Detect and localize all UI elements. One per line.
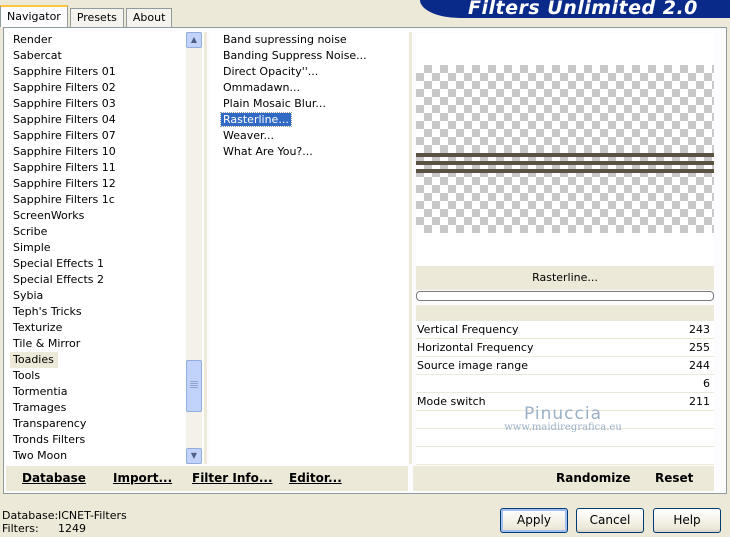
database-button[interactable]: Database: [22, 471, 86, 485]
category-item[interactable]: Teph's Tricks: [6, 304, 204, 320]
watermark: Pinuccia www.maidiregrafica.eu: [478, 404, 648, 433]
watermark-line2: www.maidiregrafica.eu: [504, 422, 622, 433]
parameter-value: 6: [703, 377, 710, 390]
filter-item-label: Ommadawn...: [223, 81, 301, 94]
chevron-down-icon[interactable]: ▼: [186, 448, 202, 464]
category-item[interactable]: Tronds Filters: [6, 432, 204, 448]
preview-image: [416, 65, 714, 233]
category-item[interactable]: Sapphire Filters 12: [6, 176, 204, 192]
filter-item[interactable]: Band supressing noise: [210, 32, 408, 48]
category-item[interactable]: Special Effects 1: [6, 256, 204, 272]
category-item[interactable]: Sapphire Filters 01: [6, 64, 204, 80]
parameter-row[interactable]: Source image range 244: [416, 357, 714, 375]
category-item[interactable]: Tramages: [6, 400, 204, 416]
apply-button[interactable]: Apply: [500, 508, 568, 533]
filter-item-label: Direct Opacity''...: [223, 65, 319, 78]
progress-bar: [416, 291, 714, 301]
parameter-row[interactable]: Horizontal Frequency 255: [416, 339, 714, 357]
filter-item[interactable]: Ommadawn...: [210, 80, 408, 96]
parameter-row[interactable]: [416, 447, 714, 465]
filter-item[interactable]: Rasterline...: [210, 112, 408, 128]
cancel-button[interactable]: Cancel: [576, 508, 644, 533]
filters-count-label: Filters:: [2, 522, 39, 535]
category-item[interactable]: Simple: [6, 240, 204, 256]
reset-button[interactable]: Reset: [655, 471, 693, 485]
parameter-value: 255: [689, 341, 710, 354]
raster-stripe: [416, 161, 714, 165]
parameter-row[interactable]: 6: [416, 375, 714, 393]
tab-navigator[interactable]: Navigator: [0, 5, 68, 27]
preview-toolbar: Randomize Reset: [413, 466, 714, 491]
filter-item-label: Rasterline...: [220, 112, 292, 127]
category-item[interactable]: Sapphire Filters 02: [6, 80, 204, 96]
parameter-header: [416, 305, 714, 321]
status-area: Database: ICNET-Filters Filters: 1249: [2, 509, 127, 535]
randomize-button[interactable]: Randomize: [556, 471, 630, 485]
filter-item-label: Band supressing noise: [223, 33, 347, 46]
banner-title: Filters Unlimited 2.0: [468, 0, 698, 19]
parameter-value: 244: [689, 359, 710, 372]
raster-stripe: [416, 153, 714, 157]
banner: Filters Unlimited 2.0: [420, 0, 730, 19]
category-item[interactable]: Tormentia: [6, 384, 204, 400]
parameter-panel: Vertical Frequency 243 Horizontal Frequenc…: [416, 305, 714, 465]
tab-presets[interactable]: Presets: [69, 8, 124, 27]
category-item[interactable]: Texturize: [6, 320, 204, 336]
category-item[interactable]: Sabercat: [6, 48, 204, 64]
category-item[interactable]: Sybia: [6, 288, 204, 304]
filter-item-label: What Are You?...: [223, 145, 313, 158]
filter-item[interactable]: Direct Opacity''...: [210, 64, 408, 80]
category-item[interactable]: Tile & Mirror: [6, 336, 204, 352]
parameter-value: 243: [689, 323, 710, 336]
tab-strip: Navigator Presets About: [0, 5, 174, 27]
help-button[interactable]: Help: [653, 508, 721, 533]
filter-info-button[interactable]: Filter Info...: [192, 471, 273, 485]
parameter-value: 211: [689, 395, 710, 408]
category-scrollbar[interactable]: ▲ ▼: [186, 32, 202, 464]
filter-item-label: Weaver...: [223, 129, 275, 142]
category-item[interactable]: Two Moon: [6, 448, 204, 464]
filter-item[interactable]: Weaver...: [210, 128, 408, 144]
watermark-line1: Pinuccia: [524, 404, 602, 424]
tab-about[interactable]: About: [125, 8, 173, 27]
filters-count-value: 1249: [58, 522, 86, 535]
divider: [204, 32, 207, 464]
category-item[interactable]: Sapphire Filters 04: [6, 112, 204, 128]
database-value: ICNET-Filters: [58, 509, 127, 522]
divider: [409, 32, 412, 464]
chevron-up-icon[interactable]: ▲: [186, 32, 202, 48]
category-item[interactable]: ScreenWorks: [6, 208, 204, 224]
category-item[interactable]: Sapphire Filters 03: [6, 96, 204, 112]
list-toolbar: Database Import... Filter Info... Editor…: [6, 466, 408, 491]
filter-list[interactable]: Band supressing noise Banding Suppress No…: [210, 32, 408, 464]
filter-item[interactable]: Banding Suppress Noise...: [210, 48, 408, 64]
category-item[interactable]: Special Effects 2: [6, 272, 204, 288]
parameter-name: Horizontal Frequency: [417, 341, 534, 354]
category-item[interactable]: Sapphire Filters 1c: [6, 192, 204, 208]
category-item[interactable]: Tools: [6, 368, 204, 384]
database-label: Database:: [2, 509, 59, 522]
category-item-selected[interactable]: Toadies: [10, 352, 58, 368]
scrollbar-thumb[interactable]: [186, 360, 202, 412]
preview-pane: [416, 33, 714, 265]
category-item[interactable]: Sapphire Filters 11: [6, 160, 204, 176]
raster-stripe: [416, 169, 714, 173]
filter-item-label: Plain Mosaic Blur...: [223, 97, 326, 110]
parameter-name: Mode switch: [417, 395, 486, 408]
category-list[interactable]: Render Sabercat Sapphire Filters 01 Sapphir…: [6, 32, 204, 464]
editor-button[interactable]: Editor...: [289, 471, 342, 485]
category-item[interactable]: Sapphire Filters 10: [6, 144, 204, 160]
parameter-name: Vertical Frequency: [417, 323, 519, 336]
filter-name-label: Rasterline...: [416, 266, 714, 290]
category-item[interactable]: Render: [6, 32, 204, 48]
parameter-row[interactable]: Vertical Frequency 243: [416, 321, 714, 339]
category-item[interactable]: Transparency: [6, 416, 204, 432]
category-item[interactable]: Scribe: [6, 224, 204, 240]
filter-item-label: Banding Suppress Noise...: [223, 49, 367, 62]
filter-item[interactable]: What Are You?...: [210, 144, 408, 160]
category-item[interactable]: Sapphire Filters 07: [6, 128, 204, 144]
filter-item[interactable]: Plain Mosaic Blur...: [210, 96, 408, 112]
parameter-name: Source image range: [417, 359, 529, 372]
import-button[interactable]: Import...: [113, 471, 172, 485]
